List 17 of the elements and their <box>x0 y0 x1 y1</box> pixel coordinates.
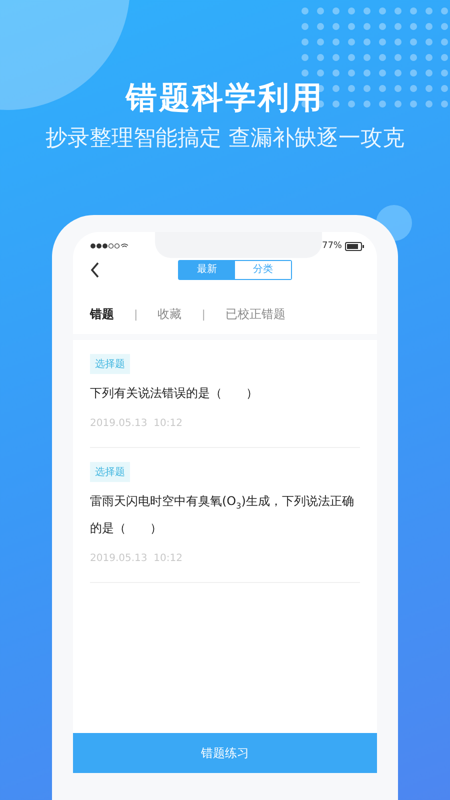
headline: 错题科学利用 <box>126 79 324 118</box>
question-text: 下列有关说法错误的是（ ） <box>90 385 258 402</box>
tab[interactable]: 已校正错题 <box>225 306 286 322</box>
tab[interactable]: 错题 <box>90 306 114 322</box>
back-icon[interactable] <box>90 262 100 278</box>
practice-button[interactable]: 错题练习 <box>73 733 377 773</box>
tab-separator: | <box>202 308 206 320</box>
subtitle: 抄录整理智能搞定 查漏补缺逐一攻克 <box>46 125 404 153</box>
question-text: 雷雨天闪电时空中有臭氧(O$_{3}$)生成，下列说法正确的是（ ） <box>90 493 355 538</box>
question-type-tag: 选择题 <box>90 462 130 482</box>
segment-tab[interactable]: 最新 <box>179 261 235 279</box>
battery-icon <box>345 242 365 250</box>
tab[interactable]: 收藏 <box>158 306 182 322</box>
question-type-tag: 选择题 <box>90 354 130 374</box>
signal-icon <box>90 242 128 250</box>
battery-percent: 77% <box>322 241 342 251</box>
tab-separator: | <box>134 308 138 320</box>
